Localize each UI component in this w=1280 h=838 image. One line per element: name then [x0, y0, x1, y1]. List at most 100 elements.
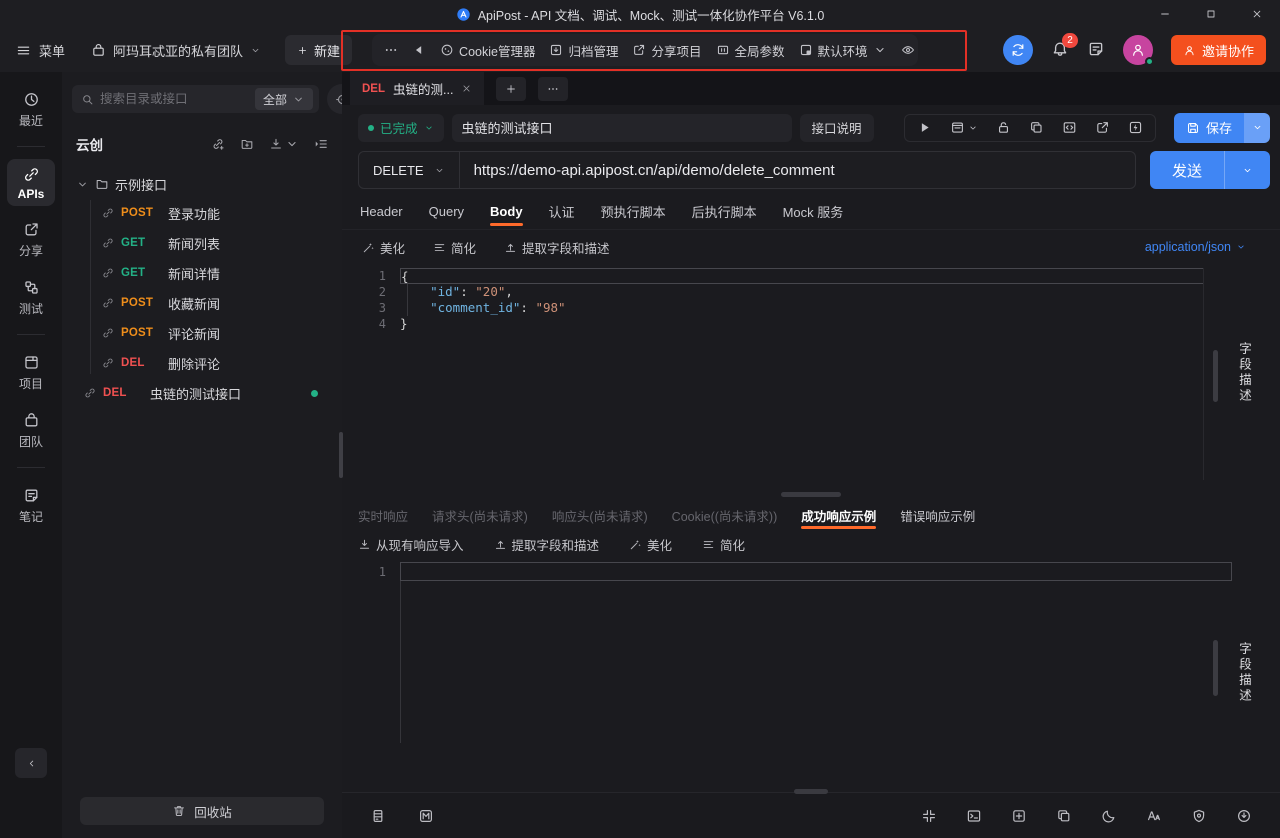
- changelog-button[interactable]: [1087, 40, 1105, 61]
- response-tab-0[interactable]: 实时响应: [358, 500, 408, 530]
- team-selector[interactable]: 阿玛耳忒亚的私有团队: [91, 41, 261, 60]
- api-name-input[interactable]: [451, 113, 792, 142]
- horizontal-splitter[interactable]: [342, 490, 1280, 500]
- rail-item-team[interactable]: 团队: [7, 405, 55, 455]
- new-folder-button[interactable]: [240, 137, 254, 151]
- layout-collapse-button[interactable]: [921, 808, 937, 824]
- document-tab-active[interactable]: DEL 虫链的测...: [350, 72, 485, 105]
- beautify-button[interactable]: 美化: [362, 238, 405, 257]
- rail-item-project[interactable]: 项目: [7, 347, 55, 397]
- default-env-button[interactable]: 默认环境: [799, 41, 887, 60]
- rail-item-test[interactable]: 测试: [7, 272, 55, 322]
- statusbar-drag-handle[interactable]: [794, 789, 828, 794]
- splitter-handle[interactable]: [781, 492, 841, 497]
- console-button[interactable]: [966, 808, 982, 824]
- api-item[interactable]: POST 收藏新闻: [62, 288, 342, 318]
- content-type-dropdown[interactable]: application/json: [1145, 240, 1246, 254]
- rail-item-recent[interactable]: 最近: [7, 84, 55, 134]
- response-tab-5[interactable]: 错误响应示例: [900, 500, 975, 530]
- panel-resize-handle[interactable]: [339, 432, 343, 478]
- cookie-manager-button[interactable]: Cookie管理器: [440, 41, 535, 60]
- field-description-tab[interactable]: 字段描述: [1235, 642, 1254, 704]
- response-code-line[interactable]: 1: [342, 562, 1280, 581]
- share-project-button[interactable]: 分享项目: [632, 41, 702, 60]
- docs-panel-button[interactable]: [950, 120, 978, 135]
- code-line-3[interactable]: 3 "comment_id": "98": [342, 300, 1280, 316]
- collapse-all-button[interactable]: [314, 137, 328, 151]
- services-button[interactable]: [370, 808, 386, 824]
- request-tab-1[interactable]: Query: [429, 194, 464, 229]
- request-tab-5[interactable]: 后执行脚本: [692, 194, 757, 229]
- run-button[interactable]: [917, 120, 932, 135]
- env-preview-button[interactable]: [901, 43, 915, 57]
- search-scope-dropdown[interactable]: 全部: [255, 88, 314, 110]
- request-tab-4[interactable]: 预执行脚本: [601, 194, 666, 229]
- close-button[interactable]: [1234, 0, 1280, 28]
- response-current-line[interactable]: [400, 562, 1232, 581]
- api-doc-button[interactable]: 接口说明: [799, 113, 874, 142]
- send-button[interactable]: 发送: [1150, 151, 1224, 189]
- mock-button[interactable]: [418, 808, 434, 824]
- save-button[interactable]: 保存: [1173, 112, 1244, 143]
- archive-manager-button[interactable]: 归档管理: [549, 41, 618, 60]
- code-line-2[interactable]: 2 "id": "20",: [342, 284, 1280, 300]
- api-item[interactable]: GET 新闻详情: [62, 258, 342, 288]
- api-item[interactable]: POST 登录功能: [62, 198, 342, 228]
- request-tab-3[interactable]: 认证: [549, 194, 575, 229]
- api-item[interactable]: POST 评论新闻: [62, 318, 342, 348]
- security-button[interactable]: [1191, 808, 1207, 824]
- code-line-1[interactable]: 1{: [342, 268, 1280, 284]
- extract-fields-button[interactable]: 提取字段和描述: [494, 535, 599, 554]
- sync-button[interactable]: [1002, 35, 1033, 65]
- api-item[interactable]: DEL 删除评论: [62, 348, 342, 378]
- import-button[interactable]: [269, 137, 299, 151]
- rail-item-notes[interactable]: 笔记: [7, 480, 55, 530]
- rail-item-apis[interactable]: APIs: [7, 159, 55, 206]
- field-description-tab[interactable]: 字段描述: [1235, 342, 1254, 404]
- tab-more-button[interactable]: [538, 76, 569, 101]
- global-params-button[interactable]: 全局参数: [716, 41, 785, 60]
- response-tab-2[interactable]: 响应头(尚未请求): [552, 500, 648, 530]
- close-tab-icon[interactable]: [461, 83, 472, 94]
- response-tab-3[interactable]: Cookie((尚未请求)): [672, 500, 778, 530]
- api-item[interactable]: GET 新闻列表: [62, 228, 342, 258]
- method-dropdown[interactable]: DELETE: [359, 152, 460, 188]
- windows-button[interactable]: [1056, 808, 1072, 824]
- avatar[interactable]: [1122, 35, 1154, 66]
- request-tab-0[interactable]: Header: [360, 194, 403, 229]
- generate-code-button[interactable]: [1062, 120, 1077, 135]
- more-actions-button[interactable]: [384, 43, 398, 57]
- notifications-button[interactable]: 2: [1051, 32, 1078, 61]
- theme-dark-button[interactable]: [1101, 808, 1117, 824]
- update-button[interactable]: [1236, 808, 1252, 824]
- url-input[interactable]: [459, 161, 1135, 179]
- body-editor[interactable]: 1{2 "id": "20", 3 "comment_id": "98" 4} 字段…: [342, 264, 1280, 490]
- response-tab-4[interactable]: 成功响应示例: [801, 500, 877, 530]
- rail-item-share[interactable]: 分享: [7, 214, 55, 264]
- status-dropdown[interactable]: 已完成: [358, 113, 444, 142]
- simplify-button[interactable]: 简化: [702, 535, 745, 554]
- response-editor[interactable]: 1 字段描述: [342, 558, 1280, 792]
- api-item-root[interactable]: DEL 虫链的测试接口: [62, 378, 342, 408]
- simplify-button[interactable]: 简化: [433, 238, 476, 257]
- collapse-back-button[interactable]: [412, 43, 426, 57]
- extract-fields-button[interactable]: 提取字段和描述: [504, 238, 610, 257]
- search-box[interactable]: 全部: [72, 85, 320, 113]
- save-options-button[interactable]: [1244, 112, 1270, 143]
- request-tab-2[interactable]: Body: [490, 194, 523, 229]
- new-window-button[interactable]: [1011, 808, 1027, 824]
- invite-button[interactable]: 邀请协作: [1170, 35, 1266, 65]
- send-options-button[interactable]: [1224, 151, 1270, 189]
- search-input[interactable]: [100, 92, 249, 106]
- scrollbar-thumb[interactable]: [1213, 350, 1218, 402]
- maximize-button[interactable]: [1188, 0, 1234, 28]
- clone-button[interactable]: [1029, 120, 1044, 135]
- font-size-button[interactable]: [1146, 808, 1162, 824]
- request-tab-6[interactable]: Mock 服务: [783, 194, 844, 229]
- lock-button[interactable]: [996, 120, 1011, 135]
- tree-folder-item[interactable]: 示例接口: [62, 170, 342, 198]
- menu-button[interactable]: 菜单: [16, 41, 65, 60]
- code-line-4[interactable]: 4}: [342, 316, 1280, 332]
- collapse-sidebar-button[interactable]: [15, 748, 47, 778]
- new-api-button[interactable]: [211, 137, 225, 151]
